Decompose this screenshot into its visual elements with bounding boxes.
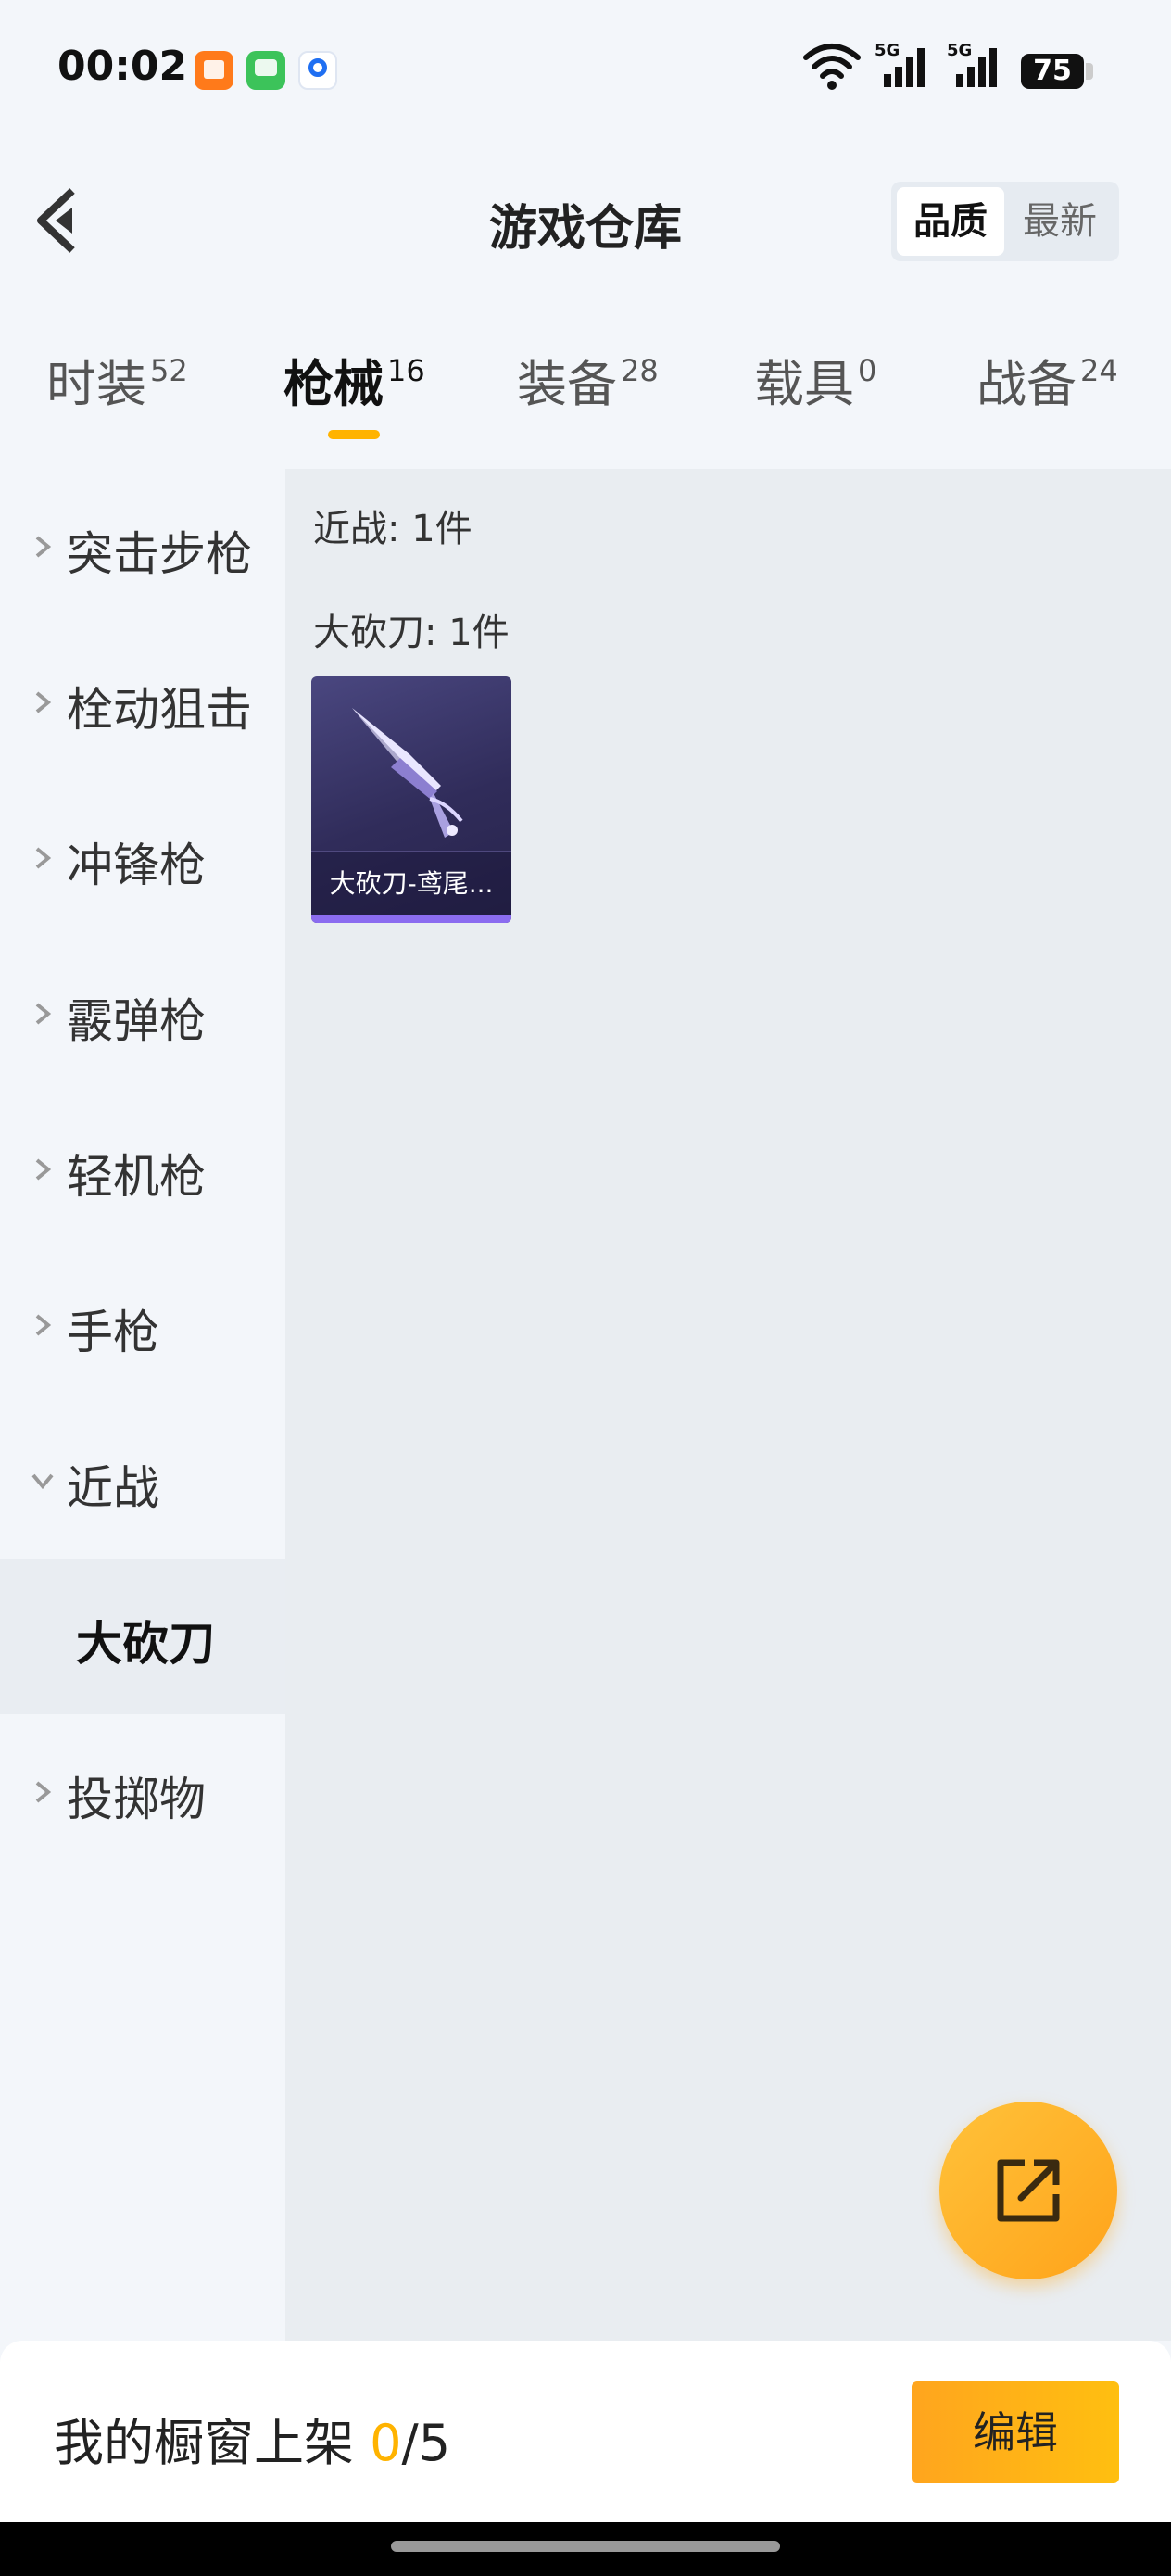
- item-card[interactable]: 大砍刀-鸢尾...: [311, 676, 511, 923]
- home-indicator[interactable]: [391, 2541, 780, 2552]
- message-app-icon: [246, 51, 285, 90]
- notification-app-icon: [195, 51, 233, 90]
- chevron-right-icon: [35, 847, 52, 869]
- tab-label: 载具: [754, 355, 854, 413]
- sidebar-item-assault-rifle[interactable]: 突击步枪: [0, 469, 285, 625]
- showcase-label: 我的橱窗上架: [54, 2414, 354, 2472]
- category-summary: 近战: 1件: [313, 508, 472, 550]
- sidebar-item-label: 霰弹枪: [67, 994, 206, 1048]
- active-tab-indicator: [328, 430, 380, 439]
- tab-count: 0: [858, 353, 877, 388]
- tab-fashion[interactable]: 时装 52: [46, 343, 188, 416]
- chevron-down-icon: [31, 1473, 54, 1490]
- tab-vehicles[interactable]: 载具 0: [754, 343, 876, 416]
- battery-tip: [1086, 63, 1093, 80]
- tab-count: 52: [150, 353, 188, 388]
- showcase-status: 我的橱窗上架 0/5: [54, 2402, 450, 2475]
- chevron-right-icon: [35, 1314, 52, 1336]
- machete-icon: [352, 708, 463, 838]
- sort-toggle: 品质 最新: [891, 182, 1119, 261]
- tab-label: 装备: [517, 355, 617, 413]
- sidebar-item-lmg[interactable]: 轻机枪: [0, 1092, 285, 1247]
- tab-label: 枪械: [283, 355, 384, 413]
- chevron-right-icon: [35, 691, 52, 713]
- chevron-right-icon: [35, 536, 52, 558]
- share-export-icon: [997, 2159, 1060, 2222]
- tab-equipment[interactable]: 装备 28: [517, 343, 659, 416]
- sidebar-item-label: 冲锋枪: [67, 839, 206, 892]
- network-label-1: 5G: [875, 41, 900, 60]
- sort-quality-button[interactable]: 品质: [897, 187, 1004, 256]
- showcase-bar: 我的橱窗上架 0/5 编辑: [0, 2341, 1171, 2522]
- showcase-used-count: 0: [370, 2414, 402, 2472]
- sidebar-item-label: 投掷物: [67, 1773, 206, 1826]
- item-list-panel[interactable]: 近战: 1件 大砍刀: 1件 大砍刀-鸢尾...: [285, 469, 1171, 2341]
- category-tabs: 时装 52 枪械 16 装备 28 载具 0 战备 24: [0, 343, 1171, 445]
- tab-firearms[interactable]: 枪械 16: [283, 343, 425, 416]
- sidebar-item-throwables[interactable]: 投掷物: [0, 1714, 285, 1870]
- tab-count: 24: [1080, 353, 1118, 388]
- sidebar-item-shotgun[interactable]: 霰弹枪: [0, 936, 285, 1092]
- sidebar-item-smg[interactable]: 冲锋枪: [0, 780, 285, 936]
- wifi-icon: [803, 44, 861, 90]
- browser-app-icon: [298, 51, 337, 90]
- battery-icon: 75: [1021, 54, 1084, 89]
- sidebar-item-label: 轻机枪: [67, 1150, 206, 1204]
- tab-label: 时装: [46, 355, 146, 413]
- cellular-signal-icon: 5G: [947, 41, 997, 87]
- chevron-right-icon: [35, 1158, 52, 1181]
- network-label-2: 5G: [947, 41, 972, 60]
- subcategory-summary: 大砍刀: 1件: [313, 612, 510, 654]
- sidebar-item-label: 突击步枪: [67, 527, 252, 581]
- tab-count: 16: [387, 353, 425, 388]
- tab-count: 28: [621, 353, 659, 388]
- tab-combat-gear[interactable]: 战备 24: [976, 343, 1118, 416]
- status-bar: 00:02 5G 5G 75: [0, 0, 1171, 139]
- sidebar-item-label: 手枪: [67, 1306, 159, 1359]
- chevron-right-icon: [35, 1781, 52, 1803]
- item-name: 大砍刀-鸢尾...: [311, 851, 511, 915]
- showcase-total: /5: [401, 2414, 451, 2472]
- sidebar: 突击步枪 栓动狙击 冲锋枪 霰弹枪 轻机枪 手枪 近战 大砍刀 投掷物: [0, 469, 285, 2341]
- sidebar-subitem-machete[interactable]: 大砍刀: [0, 1559, 285, 1714]
- edit-button[interactable]: 编辑: [912, 2381, 1119, 2483]
- chevron-right-icon: [35, 1003, 52, 1025]
- sort-latest-button[interactable]: 最新: [1006, 187, 1114, 256]
- tab-label: 战备: [976, 355, 1077, 413]
- sidebar-item-pistol[interactable]: 手枪: [0, 1247, 285, 1403]
- sidebar-item-melee[interactable]: 近战: [0, 1403, 285, 1559]
- status-time: 00:02: [57, 43, 188, 90]
- sidebar-subitem-label: 大砍刀: [76, 1617, 215, 1671]
- cellular-signal-icon: 5G: [875, 41, 925, 87]
- share-fab-button[interactable]: [939, 2102, 1117, 2279]
- sidebar-item-label: 栓动狙击: [67, 683, 252, 737]
- sidebar-item-bolt-sniper[interactable]: 栓动狙击: [0, 625, 285, 780]
- sidebar-item-label: 近战: [67, 1461, 159, 1515]
- rarity-bar: [311, 915, 511, 923]
